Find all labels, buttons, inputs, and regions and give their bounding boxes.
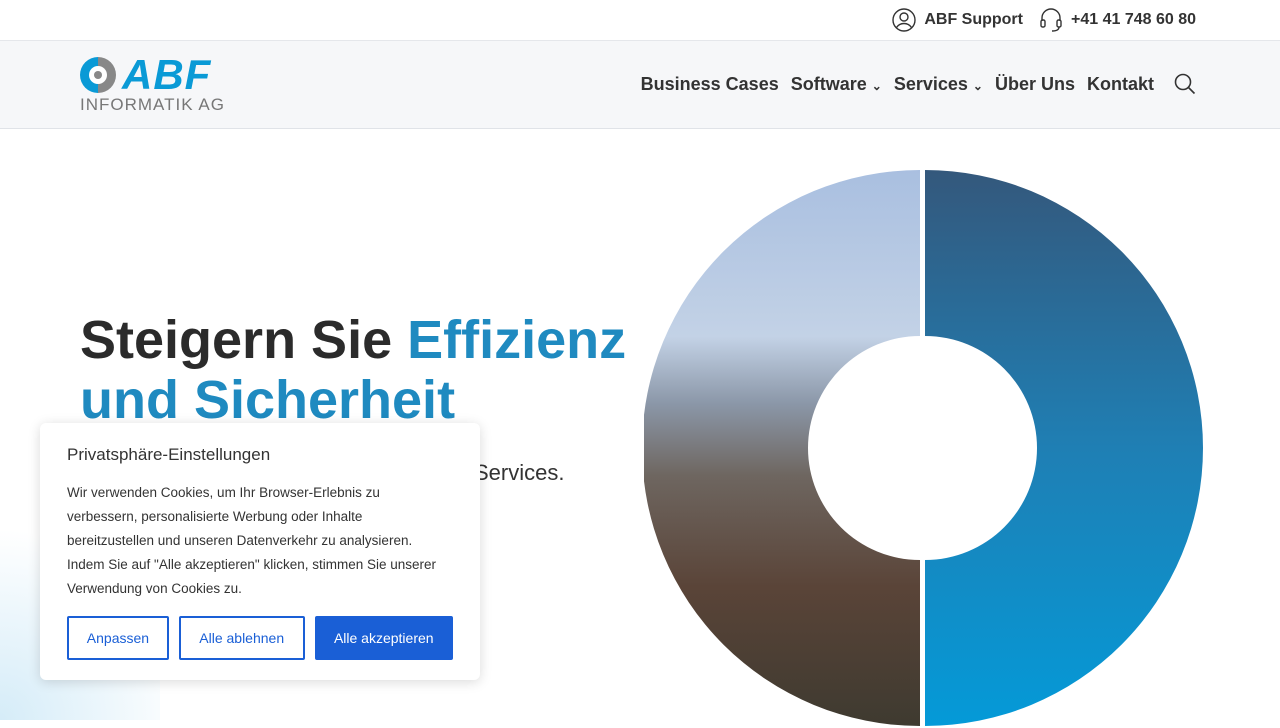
hero-title-accent-2: und Sicherheit (80, 370, 456, 430)
phone-label: +41 41 748 60 80 (1070, 11, 1196, 28)
logo[interactable]: ABF INFORMATIK AG (80, 51, 225, 115)
chevron-down-icon: ⌄ (871, 78, 882, 93)
cookie-dialog: Privatsphäre-Einstellungen Wir verwenden… (40, 423, 480, 680)
hero-title-part: Steigern Sie (80, 310, 408, 370)
blue-half (925, 170, 1203, 726)
nav-services[interactable]: Services ⌄ (894, 74, 983, 95)
support-label: ABF Support (924, 11, 1023, 28)
accept-all-button[interactable]: Alle akzeptieren (314, 616, 453, 660)
headset-icon (1040, 8, 1062, 32)
phone-link[interactable]: +41 41 748 60 80 (1039, 7, 1196, 33)
customize-button[interactable]: Anpassen (67, 616, 169, 660)
user-icon (892, 8, 917, 32)
hero-title-accent: Effizienz (407, 310, 627, 370)
nav-software-label: Software (790, 73, 867, 94)
search-icon[interactable] (1174, 73, 1196, 95)
logo-subtitle: INFORMATIK AG (80, 95, 225, 114)
nav-kontakt[interactable]: Kontakt (1087, 74, 1154, 95)
chevron-down-icon: ⌄ (972, 78, 983, 93)
logo-text: ABF (122, 51, 212, 98)
header: ABF INFORMATIK AG Business Cases Softwar… (0, 40, 1280, 129)
nav-business-cases[interactable]: Business Cases (641, 74, 779, 95)
hero-donut-image (644, 170, 1203, 726)
hero-subtitle: Services. (474, 460, 565, 485)
support-link[interactable]: ABF Support (892, 8, 1023, 32)
nav-ueber-uns[interactable]: Über Uns (995, 74, 1075, 95)
hero-title: Steigern Sie Effizienz und Sicherheit (80, 310, 626, 430)
reject-all-button[interactable]: Alle ablehnen (178, 616, 305, 660)
main-nav: Business Cases Software ⌄ Services ⌄ Übe… (641, 73, 1196, 95)
city-half (644, 170, 920, 726)
nav-software[interactable]: Software ⌄ (791, 74, 882, 95)
cookie-title: Privatsphäre-Einstellungen (67, 445, 271, 464)
top-bar: ABF Support +41 41 748 60 80 (0, 0, 1280, 40)
nav-services-label: Services (893, 73, 968, 94)
cookie-text: Wir verwenden Cookies, um Ihr Browser-Er… (67, 485, 437, 596)
logo-mark-icon (80, 57, 116, 93)
